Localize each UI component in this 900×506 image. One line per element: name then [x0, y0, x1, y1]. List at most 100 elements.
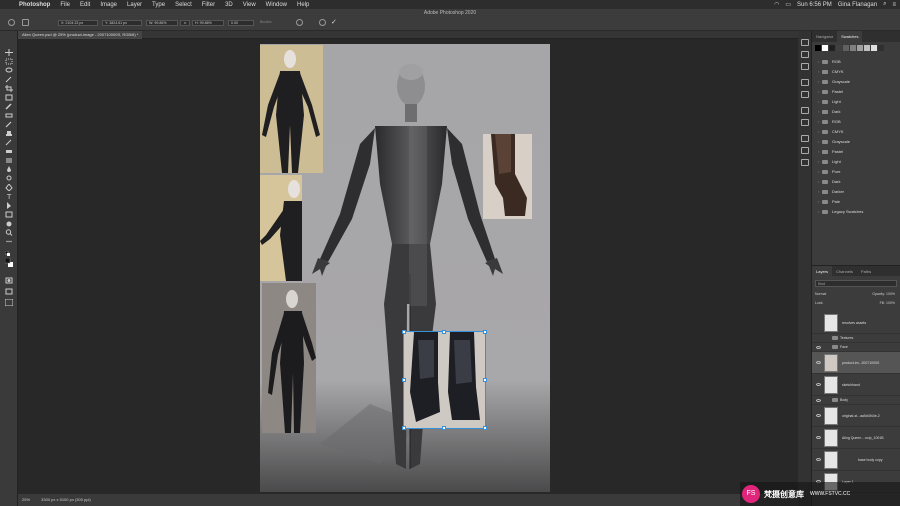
adjustments-icon[interactable]	[801, 51, 809, 58]
search-icon[interactable]: ⌕	[883, 1, 886, 8]
width-field[interactable]: W: 99.86%	[146, 20, 178, 26]
tab-swatches[interactable]: Swatches	[837, 31, 863, 42]
swatch[interactable]	[815, 45, 821, 51]
visibility-eye-icon[interactable]	[816, 361, 821, 364]
tool-presets-icon[interactable]	[801, 135, 809, 142]
transform-handle-bottom[interactable]	[442, 426, 446, 430]
lasso-tool-icon[interactable]	[5, 61, 13, 73]
cancel-transform-icon[interactable]	[319, 19, 326, 26]
layer-row[interactable]: base body copy	[812, 449, 900, 471]
menu-window[interactable]: Window	[261, 2, 292, 8]
layer-row[interactable]: original-st...aa5d4f44e-2	[812, 405, 900, 427]
user-name[interactable]: Gina Flanagan	[838, 2, 877, 8]
layer-row[interactable]: product-im...20071000S	[812, 352, 900, 374]
tab-navigator[interactable]: Navigator	[812, 31, 837, 42]
swatch-folder[interactable]: › Pastel	[812, 87, 900, 97]
swatch-folder[interactable]: › CMYK	[812, 67, 900, 77]
wifi-icon[interactable]: ◠	[774, 1, 779, 8]
document-tab[interactable]: Alien Queen.psd @ 25% (product-image - 2…	[18, 31, 143, 39]
home-icon[interactable]	[8, 19, 15, 26]
tab-layers[interactable]: Layers	[812, 266, 833, 276]
history-brush-tool-icon[interactable]	[5, 133, 13, 146]
swatch[interactable]	[878, 45, 884, 51]
menu-app-photoshop[interactable]: Photoshop	[14, 2, 55, 8]
brushes-icon[interactable]	[801, 79, 809, 86]
transform-tool-icon[interactable]	[22, 19, 29, 26]
swatch-folder[interactable]: › Legacy Swatches	[812, 207, 900, 217]
eyedropper-tool-icon[interactable]	[5, 97, 13, 110]
swatch[interactable]	[836, 45, 842, 51]
swatch-folder[interactable]: › Pale	[812, 197, 900, 207]
visibility-eye-icon[interactable]	[816, 436, 821, 439]
commit-transform-icon[interactable]: ✓	[331, 19, 338, 26]
menu-3d[interactable]: 3D	[220, 2, 238, 8]
visibility-eye-icon[interactable]	[816, 346, 821, 349]
swatch-folder[interactable]: › CMYK	[812, 127, 900, 137]
clock[interactable]: Sun 6:56 PM	[797, 2, 832, 8]
swatch-folder[interactable]: › Grayscale	[812, 77, 900, 87]
opacity-field[interactable]: Opacity: 100%	[872, 291, 895, 298]
properties-icon[interactable]	[801, 147, 809, 154]
reference-image-3[interactable]	[262, 283, 316, 433]
blend-mode-select[interactable]: Normal	[815, 292, 826, 296]
zoom-level[interactable]: 25%	[22, 497, 30, 502]
swatch[interactable]	[857, 45, 863, 51]
y-position-field[interactable]: Y: 3824.61 px	[102, 20, 142, 26]
swatch-folder[interactable]: › RGB	[812, 57, 900, 67]
visibility-eye-icon[interactable]	[816, 383, 821, 386]
swatch-folder[interactable]: › RGB	[812, 117, 900, 127]
transform-handle-bottom-right[interactable]	[483, 426, 487, 430]
menu-select[interactable]: Select	[170, 2, 197, 8]
swatch[interactable]	[843, 45, 849, 51]
quick-mask-icon[interactable]	[5, 271, 13, 284]
link-icon[interactable]: ∞	[180, 20, 190, 26]
history-icon[interactable]	[801, 39, 809, 46]
layer-filter-select[interactable]: Kind	[815, 280, 897, 287]
default-colors-icon[interactable]	[4, 245, 13, 256]
more-tools-icon[interactable]	[5, 232, 13, 243]
visibility-eye-icon[interactable]	[816, 458, 821, 461]
character-icon[interactable]	[801, 107, 809, 114]
menu-layer[interactable]: Layer	[122, 2, 147, 8]
swatch-folder[interactable]: › Grayscale	[812, 137, 900, 147]
tab-channels[interactable]: Channels	[832, 266, 857, 276]
dodge-tool-icon[interactable]	[5, 169, 13, 181]
x-position-field[interactable]: X: 2104.33 px	[58, 20, 98, 26]
healing-brush-tool-icon[interactable]	[5, 106, 13, 118]
foreground-background-color-icon[interactable]	[4, 255, 13, 267]
menu-image[interactable]: Image	[95, 2, 122, 8]
marquee-tool-icon[interactable]	[5, 52, 13, 65]
clone-source-icon[interactable]	[801, 91, 809, 98]
transform-handle-bottom-left[interactable]	[402, 426, 406, 430]
visibility-eye-icon[interactable]	[816, 399, 821, 402]
menu-file[interactable]: File	[55, 2, 75, 8]
screen-mode-icon[interactable]	[5, 282, 13, 295]
fill-field[interactable]: Fill: 100%	[880, 300, 895, 307]
zoom-tool-icon[interactable]	[5, 223, 13, 236]
layer-group-row[interactable]: Face	[812, 343, 900, 352]
swatch[interactable]	[871, 45, 877, 51]
layer-row[interactable]: resolves assets	[812, 312, 900, 334]
move-tool-icon[interactable]	[5, 43, 13, 56]
edit-toolbar-icon[interactable]	[4, 293, 14, 307]
interpolation-select[interactable]: Bicubic	[258, 20, 280, 26]
tab-paths[interactable]: Paths	[857, 266, 875, 276]
angle-field[interactable]: 0.00	[228, 20, 254, 26]
swatch-folder[interactable]: › Light	[812, 97, 900, 107]
swatch[interactable]	[829, 45, 835, 51]
warp-icon[interactable]	[296, 19, 303, 26]
swatch-folder[interactable]: › Dark	[812, 177, 900, 187]
swatch[interactable]	[822, 45, 828, 51]
hand-tool-icon[interactable]	[5, 214, 13, 227]
reference-image-boot[interactable]	[483, 134, 532, 219]
reference-image-1[interactable]	[260, 45, 323, 173]
menu-edit[interactable]: Edit	[75, 2, 95, 8]
menu-type[interactable]: Type	[147, 2, 170, 8]
type-tool-icon[interactable]: T	[5, 187, 13, 201]
height-field[interactable]: H: 99.86%	[192, 20, 224, 26]
brush-tool-icon[interactable]	[5, 115, 13, 128]
transform-handle-top-right[interactable]	[483, 330, 487, 334]
transform-handle-right[interactable]	[483, 378, 487, 382]
menu-list-icon[interactable]: ≡	[892, 2, 896, 8]
transform-handle-left[interactable]	[402, 378, 406, 382]
